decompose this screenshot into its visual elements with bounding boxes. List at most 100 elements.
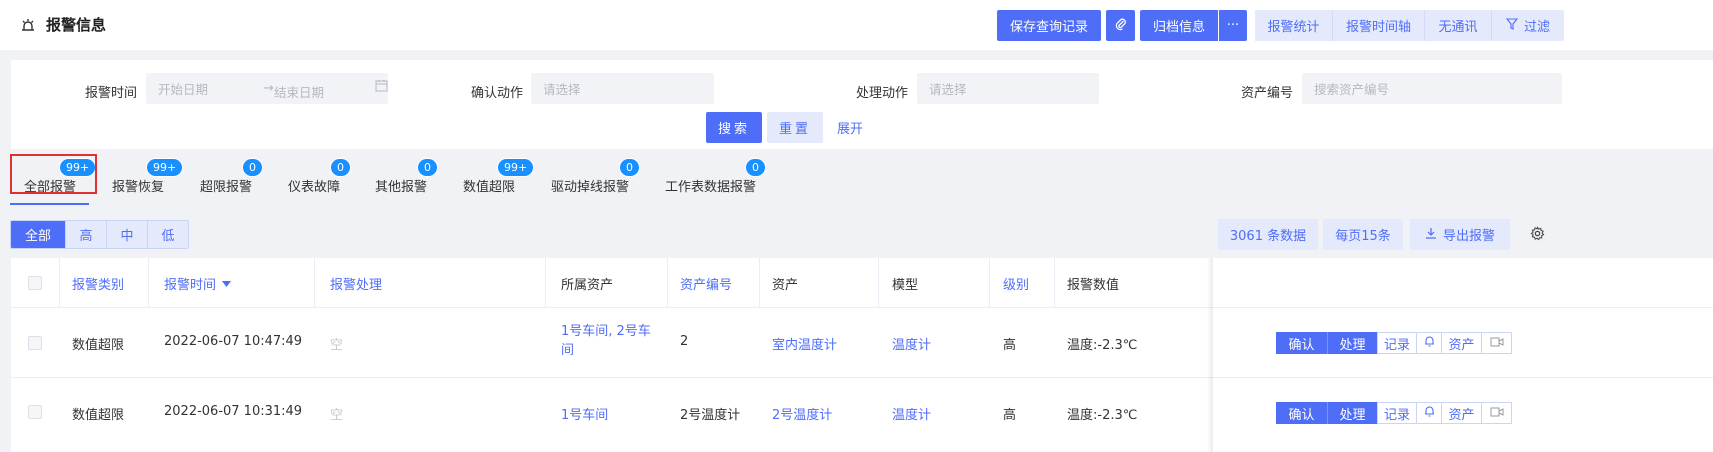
record-button[interactable]: 记录 <box>1377 402 1417 424</box>
confirm-button[interactable]: 确认 <box>1276 332 1327 354</box>
no-comm-button[interactable]: 无通讯 <box>1425 10 1492 41</box>
alarm-icon <box>20 17 36 33</box>
divider <box>59 258 60 308</box>
row-asset-no: 2 <box>680 334 689 349</box>
row-owner-asset[interactable]: 1号车间, 2号车间 <box>561 322 657 360</box>
tab-badge: 99+ <box>146 158 184 177</box>
reset-button[interactable]: 重置 <box>767 112 823 143</box>
filter-label: 过滤 <box>1523 20 1550 35</box>
divider <box>148 258 149 308</box>
level-all[interactable]: 全部 <box>11 221 65 248</box>
confirm-action-label: 确认动作 <box>471 86 524 101</box>
funnel-icon <box>1505 17 1519 34</box>
video-button[interactable] <box>1482 332 1512 354</box>
tab-value-over-limit[interactable]: 数值超限 <box>463 176 515 195</box>
row-actions: 确认 处理 记录 资产 <box>1276 332 1512 354</box>
divider <box>878 258 879 308</box>
bell-button[interactable] <box>1417 402 1442 424</box>
sort-down-icon <box>222 276 232 291</box>
video-button[interactable] <box>1482 402 1512 424</box>
level-filter: 全部 高 中 低 <box>10 220 189 249</box>
tab-other-alarms[interactable]: 其他报警 <box>375 176 427 195</box>
gear-icon[interactable] <box>1530 226 1545 245</box>
col-asset-no[interactable]: 资产编号 <box>680 258 732 308</box>
save-query-button[interactable]: 保存查询记录 <box>997 10 1101 41</box>
col-value: 报警数值 <box>1067 277 1120 293</box>
tab-badge: 0 <box>242 158 263 177</box>
divider <box>1213 307 1713 308</box>
archive-button[interactable]: 归档信息 <box>1140 10 1218 41</box>
row-time: 2022-06-07 10:47:49 <box>164 334 303 349</box>
download-icon <box>1425 227 1437 243</box>
asset-no-label: 资产编号 <box>1241 86 1294 101</box>
row-category: 数值超限 <box>72 338 125 353</box>
tab-meter-fault[interactable]: 仪表故障 <box>288 176 340 195</box>
archive-more-button[interactable]: ··· <box>1219 10 1247 41</box>
select-all-checkbox[interactable] <box>28 276 42 290</box>
start-date-placeholder: 开始日期 <box>158 82 209 97</box>
alarm-timeline-button[interactable]: 报警时间轴 <box>1333 10 1425 41</box>
asset-no-search-input[interactable]: 搜索资产编号 <box>1302 73 1562 104</box>
export-alarms-button[interactable]: 导出报警 <box>1410 219 1510 250</box>
handle-button[interactable]: 处理 <box>1327 332 1377 354</box>
active-tab-underline <box>10 203 89 205</box>
search-button[interactable]: 搜索 <box>706 112 762 143</box>
level-low[interactable]: 低 <box>147 221 188 248</box>
expand-link[interactable]: 展开 <box>831 112 869 143</box>
row-checkbox[interactable] <box>28 336 42 350</box>
col-model: 模型 <box>892 277 919 293</box>
row-owner-asset[interactable]: 1号车间 <box>561 404 608 423</box>
asset-button[interactable]: 资产 <box>1442 332 1482 354</box>
row-actions: 确认 处理 记录 资产 <box>1276 402 1512 424</box>
divider <box>667 258 668 308</box>
col-level[interactable]: 级别 <box>1003 258 1029 308</box>
confirm-button[interactable]: 确认 <box>1276 402 1327 424</box>
row-asset[interactable]: 2号温度计 <box>772 404 832 423</box>
row-handling: 空 <box>330 338 344 353</box>
col-owner-asset: 所属资产 <box>561 277 614 293</box>
alarm-type-tabs: 全部报警 99+ 报警恢复 99+ 超限报警 0 仪表故障 0 其他报警 0 数… <box>0 150 1713 210</box>
row-model[interactable]: 温度计 <box>892 404 931 423</box>
col-category[interactable]: 报警类别 <box>72 258 124 308</box>
range-arrow-icon: → <box>263 81 274 96</box>
col-handling[interactable]: 报警处理 <box>330 258 382 308</box>
tab-driver-offline[interactable]: 驱动掉线报警 <box>551 176 629 195</box>
handle-action-label: 处理动作 <box>856 86 909 101</box>
level-high[interactable]: 高 <box>65 221 106 248</box>
bell-button[interactable] <box>1417 332 1442 354</box>
handle-button[interactable]: 处理 <box>1327 402 1377 424</box>
filter-button[interactable]: 过滤 <box>1492 10 1564 41</box>
row-category: 数值超限 <box>72 408 125 423</box>
confirm-action-select[interactable]: 请选择 <box>531 73 714 104</box>
tab-badge: 0 <box>745 158 766 177</box>
tab-worksheet-alarm[interactable]: 工作表数据报警 <box>665 176 756 195</box>
divider <box>545 258 546 308</box>
page-size-select[interactable]: 每页15条 <box>1323 219 1403 250</box>
divider <box>1054 258 1055 308</box>
tab-over-limit[interactable]: 超限报警 <box>200 176 252 195</box>
alarm-stats-button[interactable]: 报警统计 <box>1255 10 1333 41</box>
row-model[interactable]: 温度计 <box>892 334 931 353</box>
level-medium[interactable]: 中 <box>106 221 147 248</box>
row-checkbox[interactable] <box>28 405 42 419</box>
row-asset[interactable]: 室内温度计 <box>772 334 837 353</box>
video-icon <box>1490 406 1504 421</box>
handle-action-select[interactable]: 请选择 <box>917 73 1099 104</box>
divider <box>989 258 990 308</box>
divider <box>1213 377 1713 378</box>
bell-icon <box>1424 405 1435 421</box>
row-asset-no: 2号温度计 <box>680 408 741 423</box>
video-icon <box>1490 336 1504 351</box>
tab-alarm-recovery[interactable]: 报警恢复 <box>112 176 164 195</box>
row-level: 高 <box>1003 408 1017 423</box>
alarm-time-label: 报警时间 <box>85 86 138 101</box>
col-time[interactable]: 报警时间 <box>164 258 232 308</box>
attach-button[interactable] <box>1106 10 1135 41</box>
active-tab-highlight <box>10 154 97 194</box>
bell-icon <box>1424 335 1435 351</box>
row-time: 2022-06-07 10:31:49 <box>164 404 303 419</box>
asset-button[interactable]: 资产 <box>1442 402 1482 424</box>
record-button[interactable]: 记录 <box>1377 332 1417 354</box>
divider <box>314 258 315 308</box>
row-value: 温度:-2.3℃ <box>1067 338 1138 353</box>
